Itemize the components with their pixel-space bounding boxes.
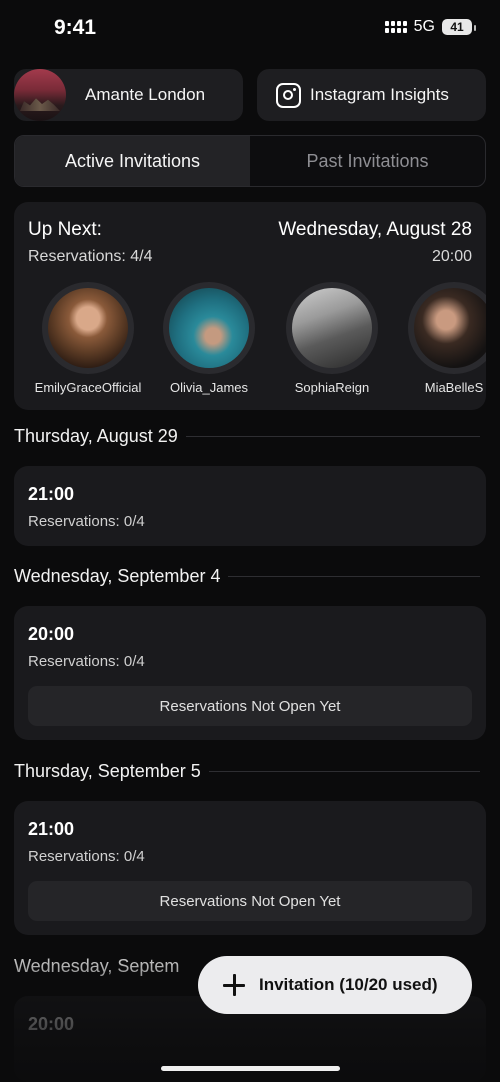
- avatar: [42, 282, 134, 374]
- avatar: [163, 282, 255, 374]
- status-bar: 9:41 5G 41: [0, 0, 500, 56]
- guest-item[interactable]: Olivia_James: [149, 282, 269, 395]
- guest-item[interactable]: SophiaReign: [272, 282, 392, 395]
- up-next-card[interactable]: Up Next: Wednesday, August 28 Reservatio…: [14, 202, 486, 410]
- reservations-not-open-badge: Reservations Not Open Yet: [28, 686, 472, 726]
- guest-name: EmilyGraceOfficial: [34, 380, 142, 395]
- slot-reservations: Reservations: 0/4: [28, 848, 145, 865]
- slot-time: 21:00: [28, 484, 75, 504]
- avatar: [286, 282, 378, 374]
- tab-active-invitations[interactable]: Active Invitations: [15, 136, 250, 186]
- status-indicators: 5G 41: [384, 18, 476, 36]
- up-next-time: 20:00: [431, 248, 472, 265]
- instagram-icon: [276, 82, 301, 108]
- reservations-not-open-badge: Reservations Not Open Yet: [28, 881, 472, 921]
- guest-name: MiaBelleS: [424, 380, 484, 395]
- guest-name: SophiaReign: [294, 380, 370, 395]
- up-next-date: Wednesday, August 28: [278, 219, 472, 240]
- slot-time: 20:00: [28, 624, 75, 644]
- battery-icon: 41: [442, 19, 476, 35]
- time-slot-card[interactable]: 20:00 Reservations: 0/4 Reservations Not…: [14, 606, 486, 740]
- guest-list: EmilyGraceOfficial Olivia_James SophiaRe…: [28, 282, 486, 402]
- guest-item[interactable]: EmilyGraceOfficial: [28, 282, 148, 395]
- tab-past-invitations[interactable]: Past Invitations: [250, 136, 485, 186]
- network-label: 5G: [413, 18, 435, 35]
- slot-time: 21:00: [28, 819, 75, 839]
- day-header: Wednesday, September 4: [14, 566, 480, 587]
- instagram-insights-button[interactable]: Instagram Insights: [257, 69, 486, 121]
- day-date: Thursday, September 5: [14, 761, 201, 781]
- day-date: Wednesday, Septem: [14, 956, 180, 976]
- avatar: [408, 282, 486, 374]
- day-header: Thursday, August 29: [14, 426, 480, 447]
- day-date: Thursday, August 29: [14, 426, 178, 446]
- venue-button[interactable]: Amante London: [14, 69, 243, 121]
- signal-icon: [384, 21, 407, 33]
- slot-reservations: Reservations: 0/4: [28, 513, 145, 530]
- guest-name: Olivia_James: [169, 380, 249, 395]
- day-header: Thursday, September 5: [14, 761, 480, 782]
- slot-reservations: Reservations: 0/4: [28, 653, 145, 670]
- up-next-title: Up Next:: [28, 219, 102, 240]
- invitation-tabs: Active Invitations Past Invitations: [14, 135, 486, 187]
- home-indicator: [161, 1066, 340, 1071]
- plus-icon: [223, 974, 245, 996]
- guest-item[interactable]: MiaBelleS: [394, 282, 486, 395]
- add-invitation-label: Invitation (10/20 used): [259, 975, 438, 994]
- slot-time: 20:00: [28, 1014, 75, 1034]
- up-next-reservations: Reservations: 4/4: [28, 248, 153, 265]
- day-date: Wednesday, September 4: [14, 566, 221, 586]
- time-slot-card[interactable]: 21:00 Reservations: 0/4: [14, 466, 486, 546]
- status-time: 9:41: [54, 16, 97, 39]
- venue-avatar: [14, 69, 66, 121]
- venue-name: Amante London: [85, 85, 206, 104]
- time-slot-card[interactable]: 21:00 Reservations: 0/4 Reservations Not…: [14, 801, 486, 935]
- add-invitation-button[interactable]: Invitation (10/20 used): [198, 956, 472, 1014]
- instagram-insights-label: Instagram Insights: [310, 85, 449, 104]
